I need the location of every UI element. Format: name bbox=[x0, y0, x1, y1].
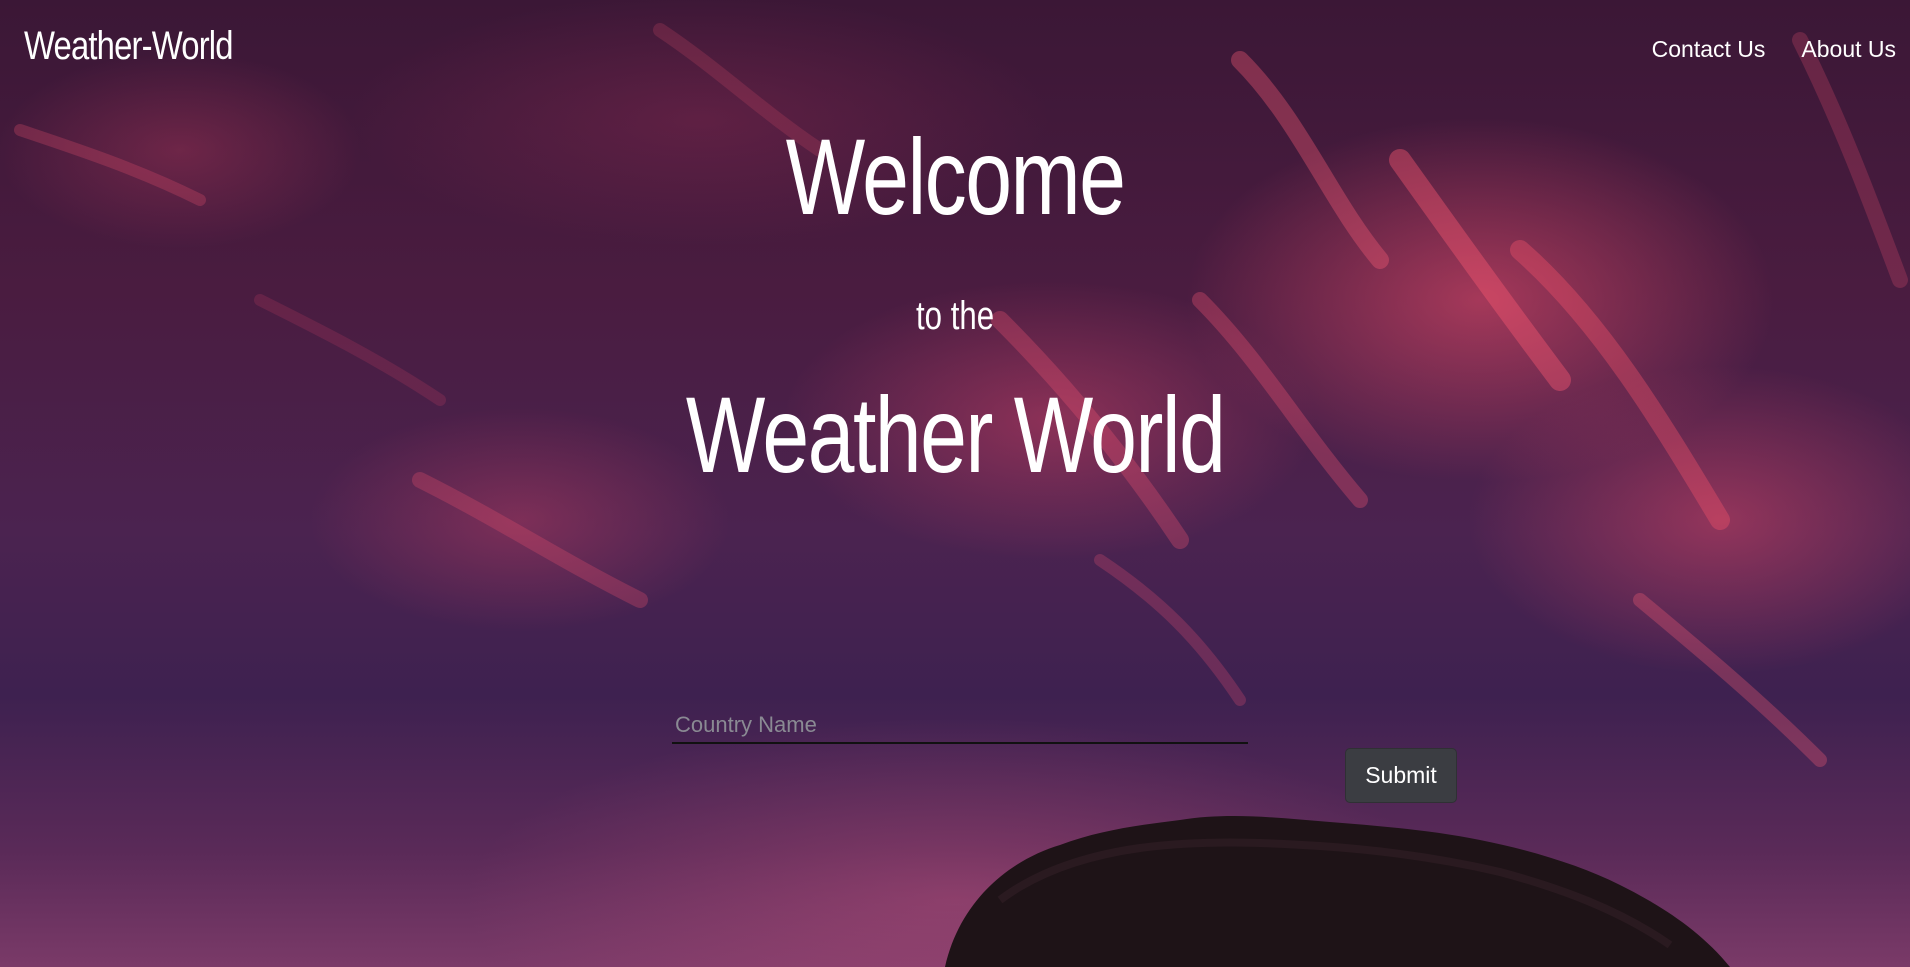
submit-button[interactable]: Submit bbox=[1345, 748, 1457, 803]
hero-weather-world-text: Weather World bbox=[685, 374, 1226, 495]
hero-weather-world-heading: Weather World bbox=[0, 370, 1910, 500]
hero-welcome-text: Welcome bbox=[785, 116, 1126, 237]
nav-link-about-us[interactable]: About Us bbox=[1801, 36, 1896, 63]
brand-logo-link[interactable]: Weather-World bbox=[24, 24, 234, 69]
nav-link-contact-us[interactable]: Contact Us bbox=[1652, 36, 1766, 63]
hero-to-the-text: to the bbox=[0, 290, 1910, 342]
navbar: Weather-World Contact Us About Us bbox=[0, 0, 1910, 100]
hero-welcome-heading: Welcome bbox=[0, 112, 1910, 242]
country-name-input[interactable] bbox=[672, 708, 1248, 744]
nav-links: Contact Us About Us bbox=[1652, 36, 1896, 63]
hero-to-the-label: to the bbox=[915, 294, 995, 338]
